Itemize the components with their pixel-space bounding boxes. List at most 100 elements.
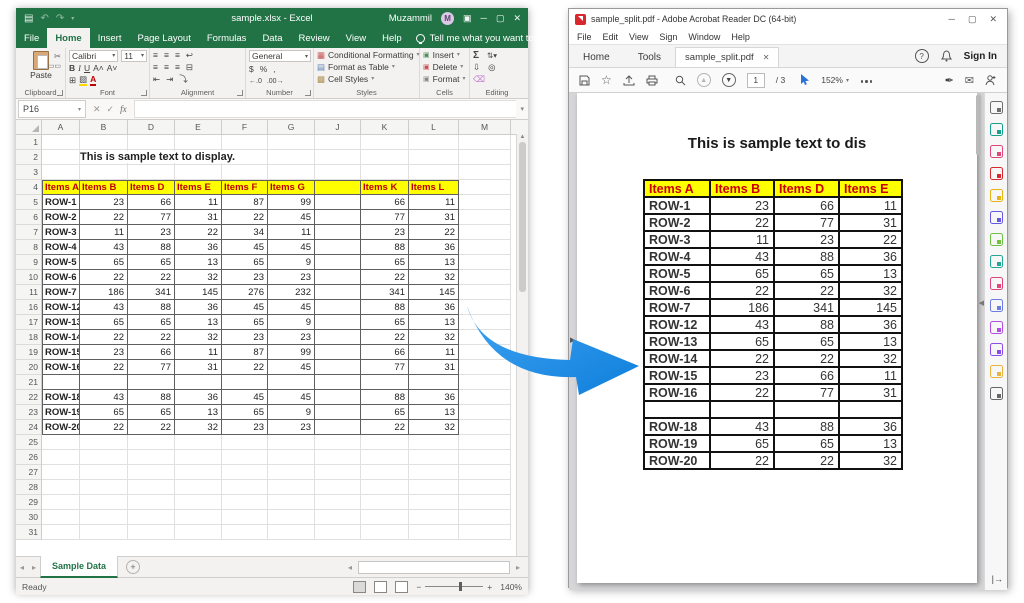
- cell[interactable]: [315, 285, 361, 300]
- row-header-7[interactable]: 7: [16, 225, 42, 240]
- cell[interactable]: [409, 165, 459, 180]
- cell[interactable]: [459, 345, 511, 360]
- tab-tools[interactable]: Tools: [624, 48, 675, 67]
- cell[interactable]: [222, 135, 268, 150]
- excel-tab-view[interactable]: View: [338, 28, 374, 48]
- cell[interactable]: [459, 285, 511, 300]
- cell[interactable]: 31: [175, 210, 222, 225]
- accounting-format-icon[interactable]: $: [249, 64, 254, 75]
- cell[interactable]: 88: [361, 240, 409, 255]
- cell[interactable]: [80, 525, 128, 540]
- cell[interactable]: 66: [128, 345, 175, 360]
- cell[interactable]: ROW-5: [42, 255, 80, 270]
- cell[interactable]: [175, 435, 222, 450]
- edit-pdf-icon[interactable]: [990, 145, 1003, 158]
- cell[interactable]: 11: [409, 345, 459, 360]
- share-upload-icon[interactable]: [623, 75, 635, 86]
- cell[interactable]: [268, 435, 315, 450]
- cell[interactable]: [459, 375, 511, 390]
- cell[interactable]: [409, 480, 459, 495]
- comment-icon[interactable]: [990, 189, 1003, 202]
- tell-me-box[interactable]: Tell me what you want to do: [416, 33, 547, 44]
- cell[interactable]: [459, 195, 511, 210]
- cell[interactable]: [315, 225, 361, 240]
- cell[interactable]: [128, 510, 175, 525]
- cell[interactable]: [268, 450, 315, 465]
- cell[interactable]: [268, 150, 315, 165]
- cell[interactable]: 31: [175, 360, 222, 375]
- normal-view-icon[interactable]: [353, 581, 366, 593]
- menu-window[interactable]: Window: [688, 32, 720, 42]
- bold-button[interactable]: B: [69, 63, 75, 74]
- cell[interactable]: ROW-4: [42, 240, 80, 255]
- cell[interactable]: 65: [128, 255, 175, 270]
- cell[interactable]: 22: [175, 225, 222, 240]
- cell[interactable]: [80, 510, 128, 525]
- cell[interactable]: [268, 525, 315, 540]
- cell[interactable]: 13: [175, 315, 222, 330]
- hscroll-left-icon[interactable]: ◂: [344, 563, 356, 572]
- cell[interactable]: 87: [222, 195, 268, 210]
- cell[interactable]: 65: [128, 405, 175, 420]
- number-format-combo[interactable]: General▾: [249, 50, 311, 62]
- cell[interactable]: [42, 135, 80, 150]
- row-header-8[interactable]: 8: [16, 240, 42, 255]
- cell[interactable]: 341: [128, 285, 175, 300]
- horizontal-scrollbar[interactable]: [358, 561, 510, 574]
- font-grow-icon[interactable]: A˄: [93, 63, 104, 74]
- select-tool-pointer-icon[interactable]: [800, 74, 810, 86]
- cell[interactable]: [315, 135, 361, 150]
- cell[interactable]: [42, 480, 80, 495]
- vertical-scroll-thumb[interactable]: [519, 142, 526, 292]
- column-header-K[interactable]: K: [361, 120, 409, 134]
- cell[interactable]: [42, 435, 80, 450]
- cell[interactable]: [315, 195, 361, 210]
- save-icon[interactable]: ▤: [24, 13, 33, 24]
- cell[interactable]: [315, 180, 361, 195]
- cell[interactable]: ROW-2: [42, 210, 80, 225]
- cell[interactable]: [459, 135, 511, 150]
- cell[interactable]: [409, 465, 459, 480]
- cell[interactable]: 9: [268, 405, 315, 420]
- cell[interactable]: [222, 375, 268, 390]
- cell[interactable]: 77: [128, 210, 175, 225]
- row-header-31[interactable]: 31: [16, 525, 42, 540]
- cell[interactable]: ROW-1: [42, 195, 80, 210]
- cell[interactable]: [315, 465, 361, 480]
- name-box[interactable]: P16▾: [18, 100, 86, 118]
- cell[interactable]: 65: [222, 405, 268, 420]
- cell[interactable]: ROW-15: [42, 345, 80, 360]
- borders-icon[interactable]: ⊞: [69, 75, 76, 86]
- excel-tab-data[interactable]: Data: [254, 28, 290, 48]
- ribbon-display-icon[interactable]: ▣: [463, 13, 472, 24]
- menu-view[interactable]: View: [629, 32, 648, 42]
- search-tools-icon[interactable]: [990, 101, 1003, 114]
- minimize-button[interactable]: ─: [949, 14, 955, 25]
- align-right-icon[interactable]: ≡: [175, 62, 183, 73]
- cell[interactable]: 43: [80, 240, 128, 255]
- row-header-30[interactable]: 30: [16, 510, 42, 525]
- cut-icon[interactable]: ✂: [54, 51, 61, 62]
- pdf-scrollbar-thumb[interactable]: [976, 95, 981, 155]
- cell[interactable]: 22: [128, 420, 175, 435]
- column-header-J[interactable]: J: [315, 120, 361, 134]
- italic-button[interactable]: I: [78, 63, 81, 74]
- cell[interactable]: [222, 510, 268, 525]
- menu-edit[interactable]: Edit: [603, 32, 619, 42]
- cell[interactable]: 65: [361, 315, 409, 330]
- open-tools-pane-icon[interactable]: |→: [992, 574, 1003, 584]
- column-header-F[interactable]: F: [222, 120, 268, 134]
- font-size-combo[interactable]: 11▾: [121, 50, 147, 62]
- menu-file[interactable]: File: [577, 32, 592, 42]
- cell[interactable]: [268, 495, 315, 510]
- cell[interactable]: 13: [409, 405, 459, 420]
- cell[interactable]: [315, 150, 361, 165]
- column-header-D[interactable]: D: [128, 120, 175, 134]
- cell[interactable]: 22: [128, 270, 175, 285]
- cell[interactable]: 23: [268, 330, 315, 345]
- excel-tab-formulas[interactable]: Formulas: [199, 28, 255, 48]
- cell[interactable]: 13: [409, 315, 459, 330]
- zoom-knob[interactable]: [459, 582, 462, 591]
- sort-filter-icon[interactable]: ⇅▾: [487, 50, 497, 61]
- next-page-icon[interactable]: ▼: [722, 73, 736, 87]
